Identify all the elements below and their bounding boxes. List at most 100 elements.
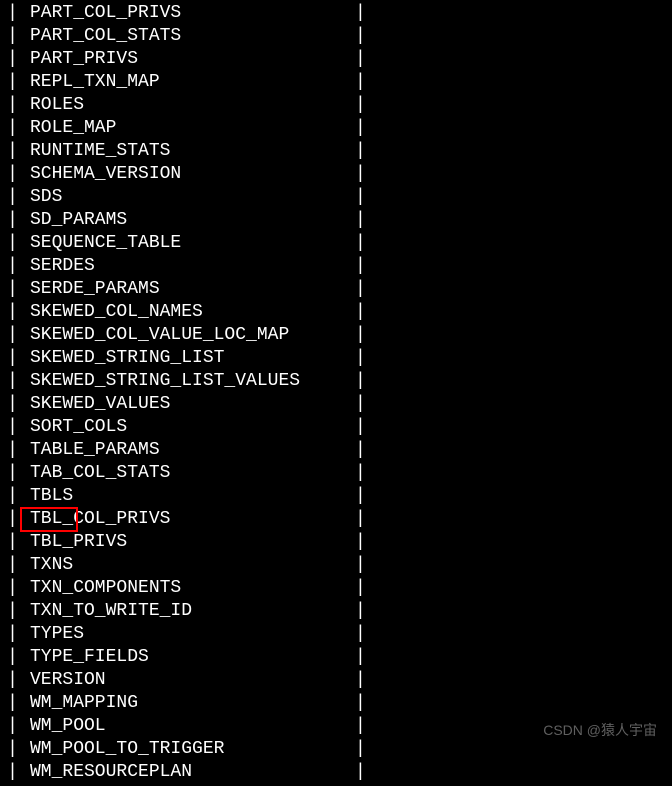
column-separator: | [0, 692, 25, 715]
column-separator: | [0, 186, 25, 209]
column-separator: | [0, 370, 25, 393]
column-separator: | [0, 577, 25, 600]
table-row: |ROLES| [0, 94, 672, 117]
table-row: |SKEWED_STRING_LIST| [0, 347, 672, 370]
column-separator: | [0, 255, 25, 278]
table-row: |SKEWED_STRING_LIST_VALUES| [0, 370, 672, 393]
table-name-cell: TXN_TO_WRITE_ID [25, 600, 192, 623]
table-row: |TBL_PRIVS| [0, 531, 672, 554]
table-row: |TABLE_PARAMS| [0, 439, 672, 462]
table-row: |TYPE_FIELDS| [0, 646, 672, 669]
table-row: |SDS| [0, 186, 672, 209]
table-row: |SEQUENCE_TABLE| [0, 232, 672, 255]
column-separator: | [355, 25, 366, 48]
column-separator: | [0, 94, 25, 117]
table-row: |RUNTIME_STATS| [0, 140, 672, 163]
table-row: |SCHEMA_VERSION| [0, 163, 672, 186]
table-name-cell: ROLES [25, 94, 84, 117]
table-row: |TXN_TO_WRITE_ID| [0, 600, 672, 623]
table-name-cell: SCHEMA_VERSION [25, 163, 181, 186]
column-separator: | [355, 646, 366, 669]
column-separator: | [0, 416, 25, 439]
table-name-cell: TBLS [25, 485, 73, 508]
column-separator: | [0, 140, 25, 163]
column-separator: | [0, 232, 25, 255]
column-separator: | [0, 393, 25, 416]
column-separator: | [355, 761, 366, 784]
table-name-cell: WM_RESOURCEPLAN [25, 761, 192, 784]
table-name-cell: SEQUENCE_TABLE [25, 232, 181, 255]
column-separator: | [0, 439, 25, 462]
table-name-cell: TAB_COL_STATS [25, 462, 170, 485]
column-separator: | [355, 278, 366, 301]
column-separator: | [355, 71, 366, 94]
column-separator: | [0, 554, 25, 577]
table-name-cell: TBL_PRIVS [25, 531, 127, 554]
column-separator: | [0, 508, 25, 531]
column-separator: | [0, 71, 25, 94]
column-separator: | [355, 209, 366, 232]
table-row: |SD_PARAMS| [0, 209, 672, 232]
column-separator: | [355, 439, 366, 462]
table-name-cell: REPL_TXN_MAP [25, 71, 160, 94]
column-separator: | [355, 324, 366, 347]
column-separator: | [355, 623, 366, 646]
column-separator: | [355, 186, 366, 209]
column-separator: | [355, 531, 366, 554]
table-name-cell: TXN_COMPONENTS [25, 577, 181, 600]
table-row: |TXN_COMPONENTS| [0, 577, 672, 600]
table-name-cell: SKEWED_VALUES [25, 393, 170, 416]
column-separator: | [0, 669, 25, 692]
column-separator: | [355, 301, 366, 324]
column-separator: | [0, 600, 25, 623]
table-row: |PART_COL_STATS| [0, 25, 672, 48]
column-separator: | [0, 646, 25, 669]
table-name-cell: SDS [25, 186, 62, 209]
column-separator: | [355, 738, 366, 761]
table-name-cell: TXNS [25, 554, 73, 577]
column-separator: | [355, 370, 366, 393]
table-row: |TYPES| [0, 623, 672, 646]
column-separator: | [0, 48, 25, 71]
column-separator: | [355, 462, 366, 485]
column-separator: | [355, 508, 366, 531]
table-row: |TAB_COL_STATS| [0, 462, 672, 485]
table-row: |SORT_COLS| [0, 416, 672, 439]
column-separator: | [0, 209, 25, 232]
column-separator: | [0, 462, 25, 485]
column-separator: | [0, 163, 25, 186]
column-separator: | [355, 577, 366, 600]
table-name-cell: WM_POOL [25, 715, 106, 738]
column-separator: | [355, 163, 366, 186]
table-name-cell: VERSION [25, 669, 106, 692]
column-separator: | [355, 117, 366, 140]
table-name-cell: WM_POOL_TO_TRIGGER [25, 738, 224, 761]
table-name-cell: SERDES [25, 255, 95, 278]
column-separator: | [355, 232, 366, 255]
table-name-cell: SKEWED_STRING_LIST_VALUES [25, 370, 300, 393]
table-name-cell: SD_PARAMS [25, 209, 127, 232]
table-name-cell: SERDE_PARAMS [25, 278, 160, 301]
table-name-cell: SORT_COLS [25, 416, 127, 439]
table-name-cell: PART_PRIVS [25, 48, 138, 71]
terminal-output: |PART_COL_PRIVS||PART_COL_STATS||PART_PR… [0, 0, 672, 786]
table-row: |SERDE_PARAMS| [0, 278, 672, 301]
column-separator: | [0, 25, 25, 48]
column-separator: | [0, 623, 25, 646]
table-row: |VERSION| [0, 669, 672, 692]
column-separator: | [355, 600, 366, 623]
column-separator: | [355, 715, 366, 738]
table-row: |WM_MAPPING| [0, 692, 672, 715]
table-row: |SKEWED_COL_VALUE_LOC_MAP| [0, 324, 672, 347]
table-row: |PART_PRIVS| [0, 48, 672, 71]
column-separator: | [355, 393, 366, 416]
column-separator: | [355, 94, 366, 117]
table-row: |PART_COL_PRIVS| [0, 2, 672, 25]
table-name-cell: WM_MAPPING [25, 692, 138, 715]
column-separator: | [0, 761, 25, 784]
watermark-text: CSDN @猿人宇宙 [543, 719, 657, 742]
column-separator: | [0, 117, 25, 140]
table-name-cell: SKEWED_COL_VALUE_LOC_MAP [25, 324, 289, 347]
table-row: |WM_RESOURCEPLAN| [0, 761, 672, 784]
column-separator: | [355, 255, 366, 278]
